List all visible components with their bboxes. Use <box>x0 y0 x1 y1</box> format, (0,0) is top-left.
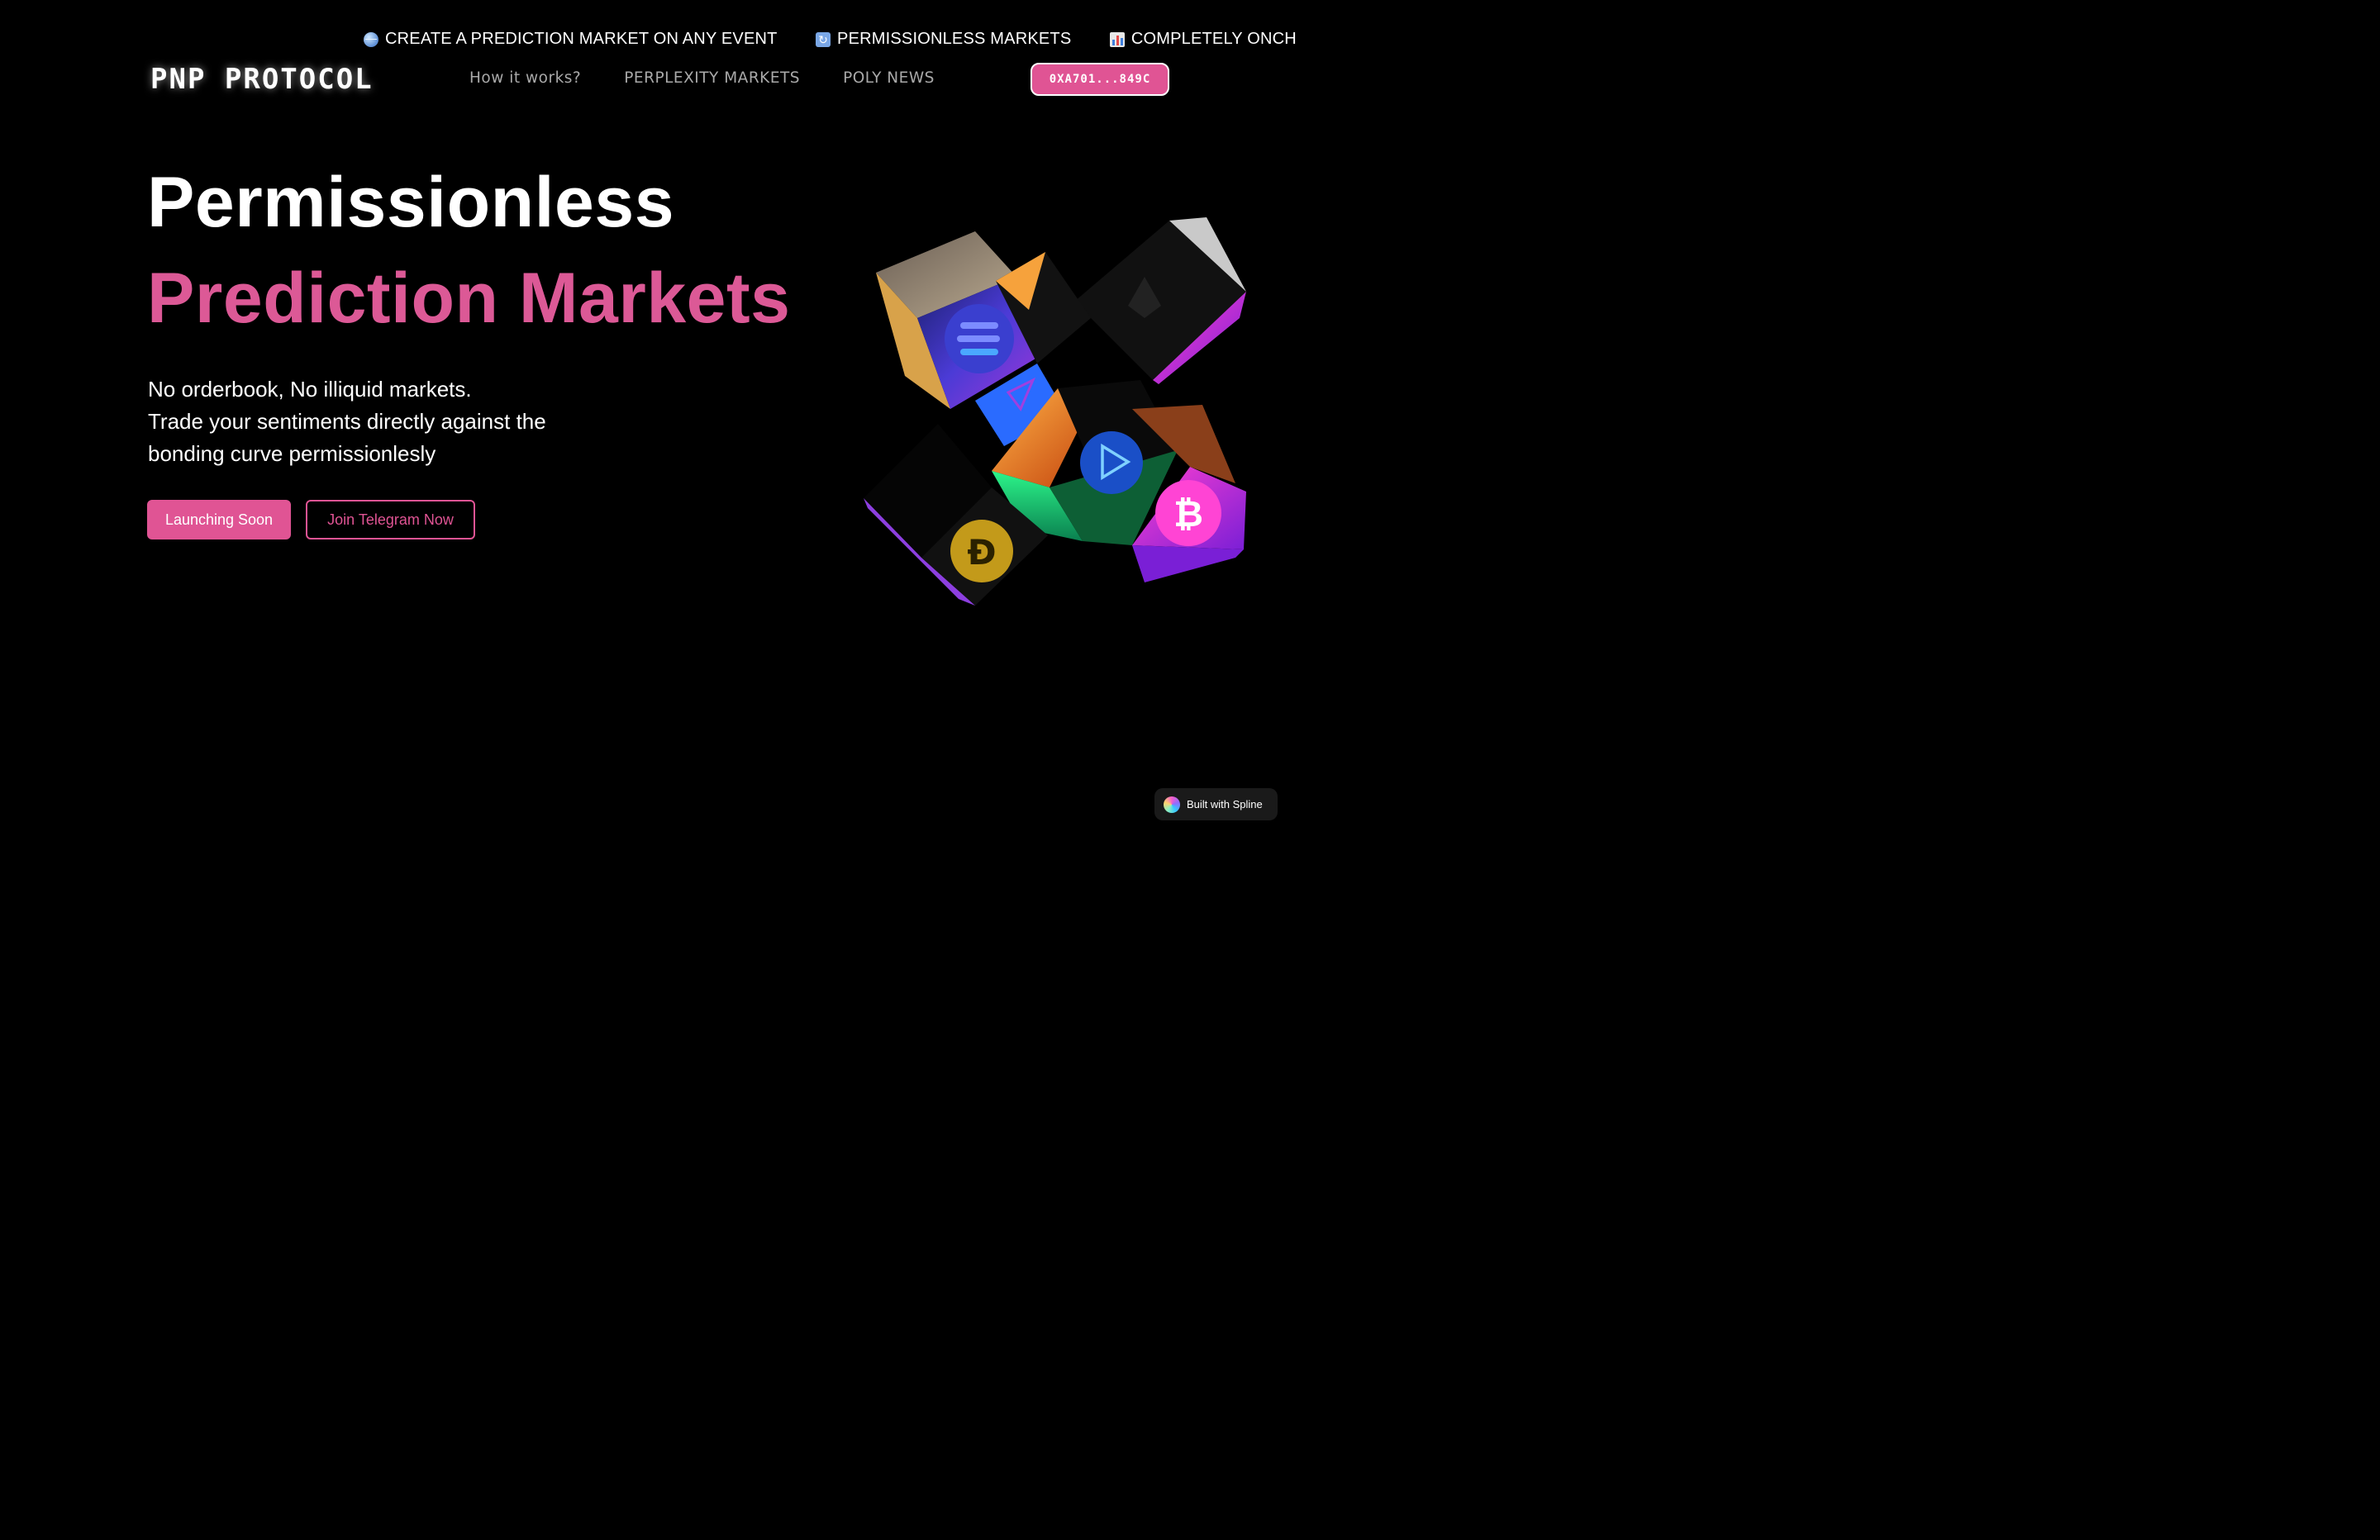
ticker-text: CREATE A PREDICTION MARKET ON ANY EVENT <box>385 30 778 48</box>
wallet-address-button[interactable]: 0XA701...849C <box>1031 63 1169 96</box>
launching-soon-button[interactable]: Launching Soon <box>147 500 291 539</box>
spline-badge-text: Built with Spline <box>1187 798 1263 810</box>
globe-icon <box>364 31 378 47</box>
hero-title-line2: Prediction Markets <box>147 259 791 338</box>
spline-logo-icon <box>1164 796 1180 813</box>
bar-chart-icon <box>1109 31 1125 47</box>
announcement-ticker: CREATE A PREDICTION MARKET ON ANY EVENT … <box>364 30 1296 55</box>
nav-perplexity-markets[interactable]: PERPLEXITY MARKETS <box>624 69 800 87</box>
hero-subtitle-line: bonding curve permissionlesly <box>148 441 436 466</box>
ticker-item: COMPLETELY ONCHAIN <box>1109 30 1296 49</box>
svg-text:₿: ₿ <box>1173 493 1203 535</box>
hero-title-line1: Permissionless <box>147 163 675 242</box>
ticker-text: COMPLETELY ONCHAIN <box>1130 30 1296 48</box>
main-nav: How it works? PERPLEXITY MARKETS POLY NE… <box>469 69 935 87</box>
hero-subtitle-line: Trade your sentiments directly against t… <box>148 409 546 434</box>
hero-subtitle: No orderbook, No illiquid markets. Trade… <box>148 373 546 470</box>
brand-logo[interactable]: PNP PROTOCOL <box>150 63 374 96</box>
svg-text:Ð: Ð <box>967 532 996 573</box>
ticker-item: CREATE A PREDICTION MARKET ON ANY EVENT <box>364 30 778 49</box>
ticker-text: PERMISSIONLESS MARKETS <box>837 30 1072 48</box>
ticker-item: PERMISSIONLESS MARKETS <box>816 30 1071 49</box>
join-telegram-button[interactable]: Join Telegram Now <box>306 500 475 539</box>
crypto-cubes-illustration: ₿ Ð <box>864 217 1246 606</box>
built-with-spline-badge[interactable]: Built with Spline <box>1154 788 1278 820</box>
cube-ethereum <box>1074 217 1246 384</box>
refresh-icon <box>816 31 831 47</box>
nav-how-it-works[interactable]: How it works? <box>469 69 581 87</box>
nav-poly-news[interactable]: POLY NEWS <box>843 69 935 87</box>
hero-subtitle-line: No orderbook, No illiquid markets. <box>148 377 472 402</box>
